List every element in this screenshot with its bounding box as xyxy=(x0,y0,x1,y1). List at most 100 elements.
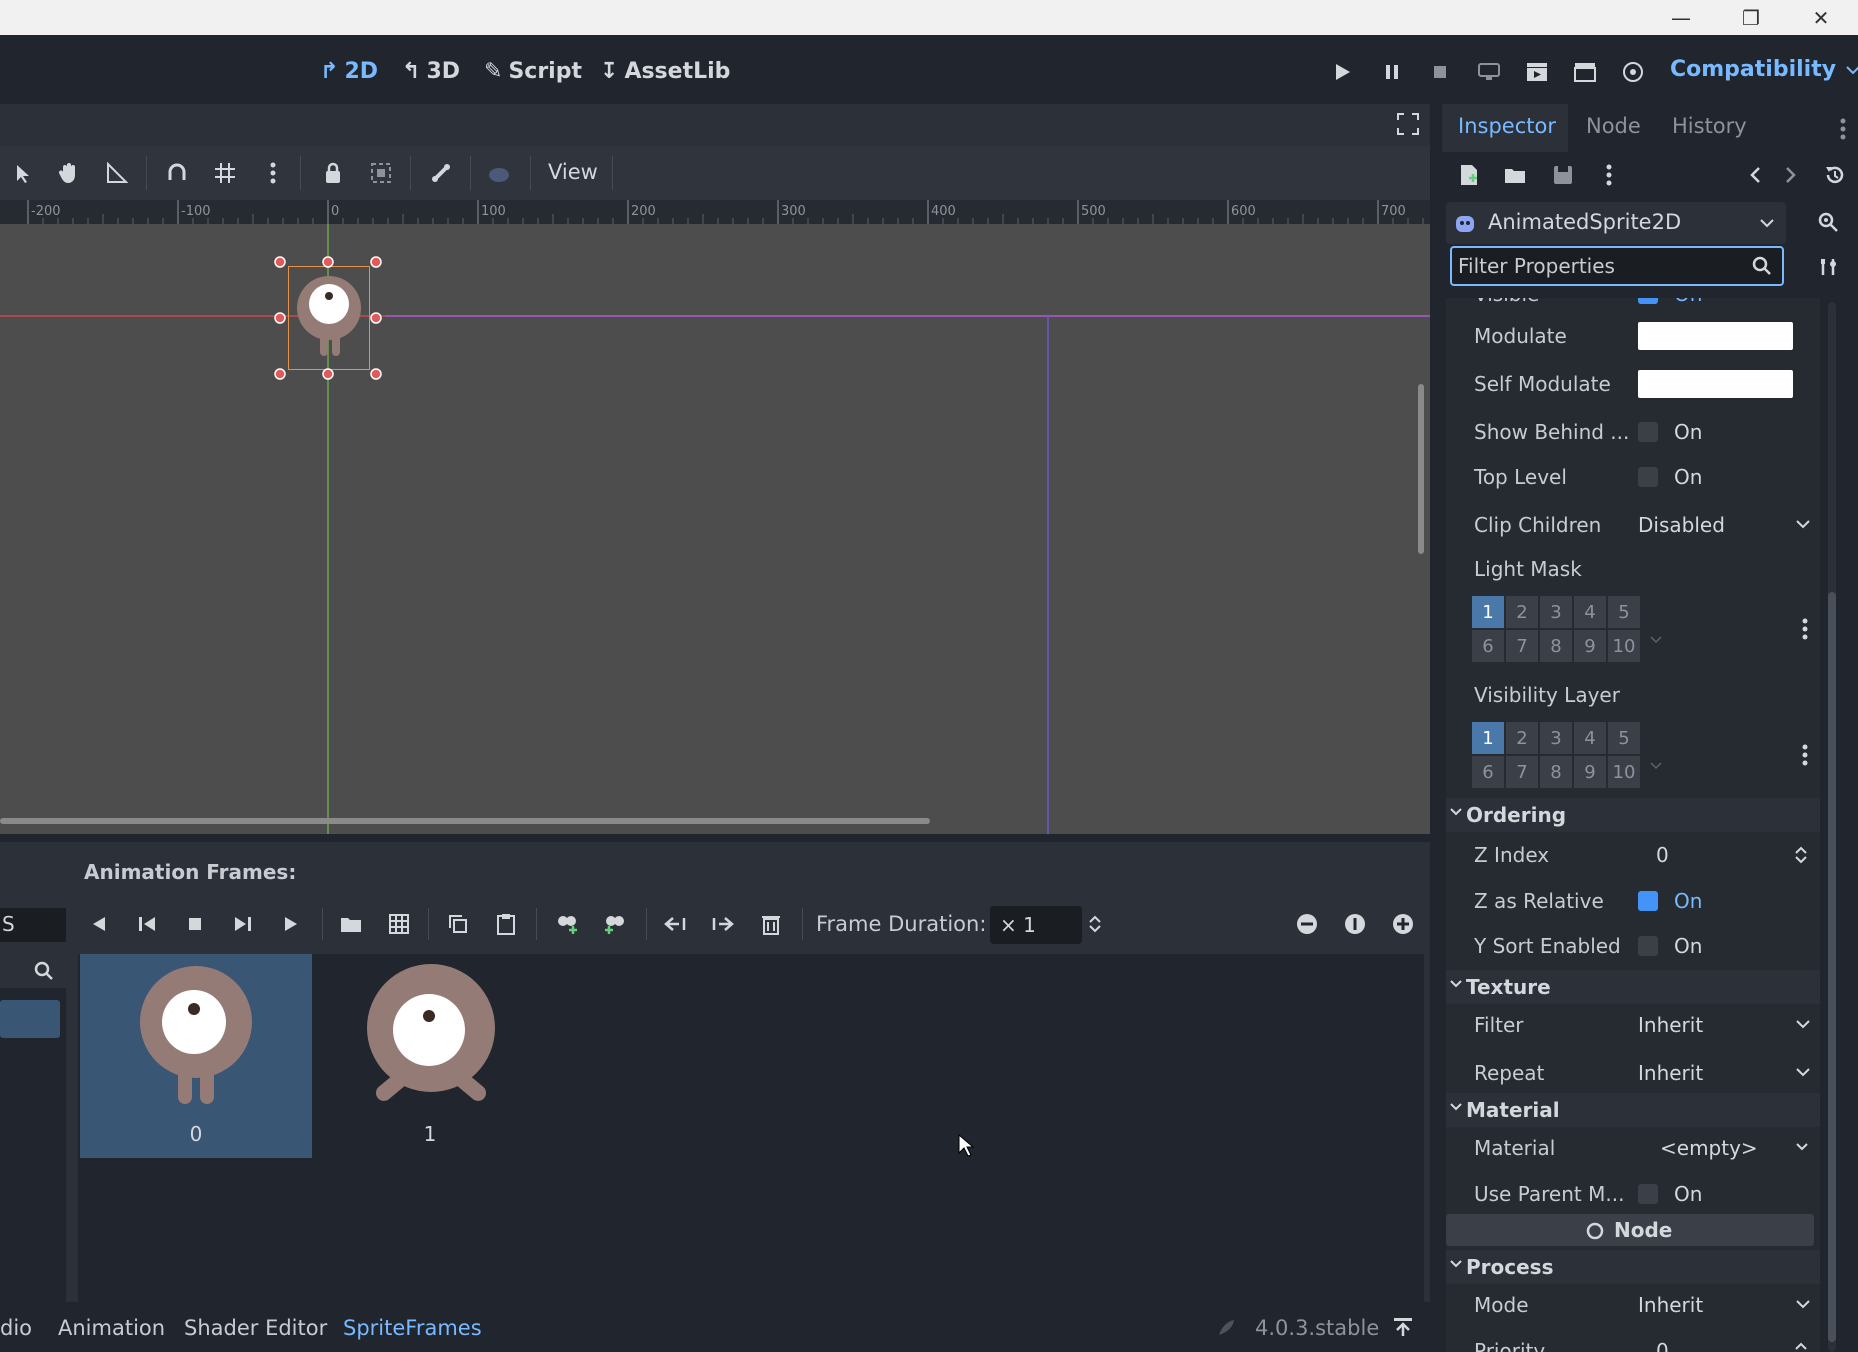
more-options-icon[interactable] xyxy=(258,158,288,188)
play-forwards-icon[interactable] xyxy=(228,909,258,939)
paste-icon[interactable] xyxy=(491,909,521,939)
z-index-input[interactable]: 0 xyxy=(1656,843,1669,867)
spritesheet-icon[interactable] xyxy=(384,909,414,939)
layer-cell[interactable]: 10 xyxy=(1608,756,1640,788)
play-button[interactable] xyxy=(1328,57,1358,87)
selection-handles[interactable] xyxy=(270,252,390,384)
play-scene-button[interactable] xyxy=(1522,57,1552,87)
node-type-selector[interactable]: AnimatedSprite2D xyxy=(1446,202,1786,244)
delete-frame-icon[interactable] xyxy=(756,909,786,939)
checkbox-top-level[interactable] xyxy=(1638,467,1658,487)
layer-cell[interactable]: 3 xyxy=(1540,722,1572,754)
view-menu[interactable]: View xyxy=(548,160,598,184)
bone-icon[interactable] xyxy=(426,158,456,188)
visibility-layer-grid[interactable]: 1 2 3 4 5 6 7 8 9 10 xyxy=(1472,722,1640,788)
insert-before-icon[interactable] xyxy=(552,909,582,939)
visibility-layer-menu-icon[interactable] xyxy=(1802,744,1808,766)
layer-cell[interactable]: 7 xyxy=(1506,630,1538,662)
movie-maker-button[interactable] xyxy=(1618,57,1648,87)
layer-cell[interactable]: 9 xyxy=(1574,630,1606,662)
layer-cell[interactable]: 6 xyxy=(1472,630,1504,662)
checkbox-z-relative[interactable] xyxy=(1638,891,1658,911)
ruler-tool-icon[interactable] xyxy=(102,158,132,188)
pan-tool-icon[interactable] xyxy=(54,158,84,188)
grid-snap-icon[interactable] xyxy=(210,158,240,188)
open-resource-icon[interactable] xyxy=(1500,160,1530,190)
light-mask-grid[interactable]: 1 2 3 4 5 6 7 8 9 10 xyxy=(1472,596,1640,662)
tab-spriteframes[interactable]: SpriteFrames xyxy=(343,1316,482,1340)
prop-process-priority[interactable]: Priority 0 xyxy=(1446,1331,1820,1352)
priority-input[interactable]: 0 xyxy=(1656,1339,1669,1352)
spin-arrows-icon[interactable] xyxy=(1794,845,1808,865)
play-custom-scene-button[interactable] xyxy=(1570,57,1600,87)
insert-after-icon[interactable] xyxy=(600,909,630,939)
open-folder-icon[interactable] xyxy=(336,909,366,939)
renderer-dropdown[interactable]: Compatibility xyxy=(1670,57,1858,82)
section-texture[interactable]: Texture xyxy=(1446,970,1820,1004)
play-backwards-from-end-icon[interactable] xyxy=(84,909,114,939)
prop-repeat[interactable]: Repeat Inherit xyxy=(1446,1053,1820,1093)
layer-cell[interactable]: 8 xyxy=(1540,756,1572,788)
section-ordering[interactable]: Ordering xyxy=(1446,798,1820,832)
tab-script[interactable]: ✎ Script xyxy=(484,57,582,85)
horizontal-scrollbar[interactable] xyxy=(0,818,930,824)
chevron-down-icon[interactable] xyxy=(1650,762,1662,770)
prop-top-level[interactable]: Top Level On xyxy=(1446,457,1820,497)
process-mode-dropdown[interactable]: Inherit xyxy=(1638,1293,1703,1317)
layer-cell[interactable]: 4 xyxy=(1574,722,1606,754)
filter-dropdown[interactable]: Inherit xyxy=(1638,1013,1703,1037)
layer-cell[interactable]: 4 xyxy=(1574,596,1606,628)
prop-self-modulate[interactable]: Self Modulate xyxy=(1446,364,1820,404)
stop-button[interactable] xyxy=(1425,57,1455,87)
new-resource-icon[interactable] xyxy=(1454,160,1484,190)
tab-shader-editor[interactable]: Shader Editor xyxy=(184,1316,327,1340)
frame-duration-input[interactable]: × 1 xyxy=(990,906,1082,944)
tab-inspector[interactable]: Inspector xyxy=(1458,114,1556,138)
tab-audio[interactable]: dio xyxy=(0,1316,32,1340)
material-resource-picker[interactable]: <empty> xyxy=(1660,1136,1758,1160)
copy-icon[interactable] xyxy=(443,909,473,939)
light-mask-menu-icon[interactable] xyxy=(1802,618,1808,640)
layer-cell[interactable]: 9 xyxy=(1574,756,1606,788)
layer-cell[interactable]: 2 xyxy=(1506,722,1538,754)
play-from-start-icon[interactable] xyxy=(276,909,306,939)
group-icon[interactable] xyxy=(366,158,396,188)
prop-visible[interactable]: Visible On xyxy=(1446,298,1820,314)
prop-filter[interactable]: Filter Inherit xyxy=(1446,1005,1820,1045)
play-backwards-icon[interactable] xyxy=(132,909,162,939)
layer-cell[interactable]: 5 xyxy=(1608,596,1640,628)
pin-panel-icon[interactable] xyxy=(1392,1316,1414,1338)
prop-material[interactable]: Material <empty> xyxy=(1446,1128,1820,1168)
zoom-out-icon[interactable] xyxy=(1292,909,1322,939)
animation-search-input[interactable] xyxy=(0,954,66,988)
lock-icon[interactable] xyxy=(318,158,348,188)
prop-process-mode[interactable]: Mode Inherit xyxy=(1446,1285,1820,1325)
spin-arrows-icon[interactable] xyxy=(1794,1341,1808,1352)
restore-icon[interactable]: ❐ xyxy=(1728,0,1774,35)
tab-animation[interactable]: Animation xyxy=(58,1316,165,1340)
tab-node[interactable]: Node xyxy=(1586,114,1641,138)
prop-show-behind-parent[interactable]: Show Behind ... On xyxy=(1446,412,1820,452)
close-icon[interactable]: ✕ xyxy=(1798,0,1844,35)
frame-item-0[interactable]: 0 xyxy=(80,954,312,1158)
chevron-down-icon[interactable] xyxy=(1650,636,1662,644)
checkbox-y-sort[interactable] xyxy=(1638,936,1658,956)
filter-properties-input[interactable]: Filter Properties xyxy=(1450,246,1784,286)
prop-clip-children[interactable]: Clip Children Disabled xyxy=(1446,505,1820,545)
camera-override-icon[interactable] xyxy=(484,158,514,188)
minimize-icon[interactable]: — xyxy=(1658,0,1704,35)
clip-children-dropdown[interactable]: Disabled xyxy=(1638,513,1725,537)
move-right-icon[interactable] xyxy=(708,909,738,939)
history-back-icon[interactable] xyxy=(1740,160,1770,190)
checkbox-visible[interactable] xyxy=(1638,298,1658,304)
pause-button[interactable] xyxy=(1377,57,1407,87)
tab-assetlib[interactable]: ↧ AssetLib xyxy=(600,57,730,85)
layer-cell[interactable]: 7 xyxy=(1506,756,1538,788)
node-doc-icon[interactable] xyxy=(1814,208,1844,238)
select-tool-icon[interactable] xyxy=(6,158,36,188)
save-resource-icon[interactable] xyxy=(1548,160,1578,190)
inspector-scrollbar[interactable] xyxy=(1828,302,1836,1352)
layer-cell[interactable]: 1 xyxy=(1472,722,1504,754)
smart-snap-icon[interactable] xyxy=(162,158,192,188)
tab-3d[interactable]: ↰ 3D xyxy=(402,57,460,85)
